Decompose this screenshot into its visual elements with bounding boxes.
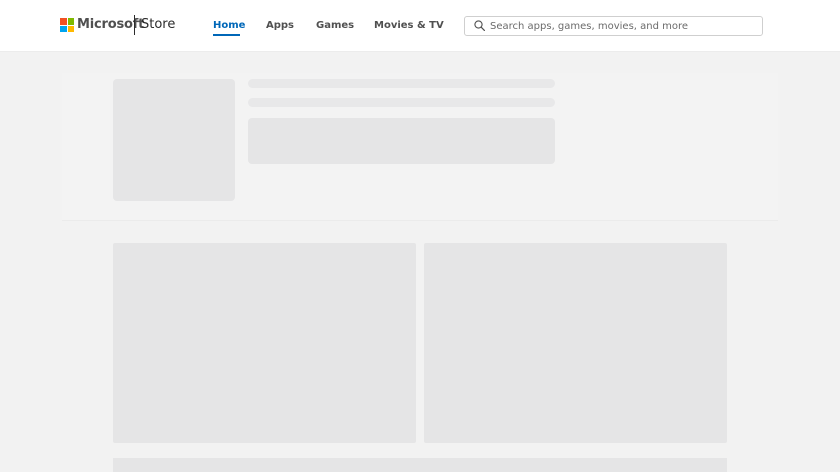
search-box[interactable] — [464, 16, 763, 36]
top-header: Microsoft Store Home Apps Games Movies &… — [0, 0, 840, 52]
hero-image-placeholder — [113, 79, 235, 201]
nav-home[interactable]: Home — [213, 19, 245, 32]
content-row-placeholder — [113, 458, 727, 472]
nav-active-indicator — [213, 34, 240, 36]
logo-blue-square — [60, 25, 67, 32]
nav-movies-tv[interactable]: Movies & TV — [374, 19, 444, 32]
hero-title-placeholder — [248, 79, 555, 88]
logo-yellow-square — [67, 25, 74, 32]
hero-subtitle-placeholder — [248, 98, 555, 107]
store-label[interactable]: Store — [141, 17, 175, 33]
logo-green-square — [67, 18, 74, 25]
microsoft-logo-icon[interactable] — [60, 18, 74, 32]
featured-card-left-placeholder — [113, 243, 416, 443]
nav-apps[interactable]: Apps — [266, 19, 294, 32]
search-input[interactable] — [490, 17, 755, 35]
nav-games[interactable]: Games — [316, 19, 354, 32]
search-icon[interactable] — [474, 20, 485, 31]
logo-red-square — [60, 18, 67, 25]
hero-description-placeholder — [248, 118, 555, 164]
brand-divider — [134, 15, 135, 35]
featured-card-right-placeholder — [424, 243, 727, 443]
